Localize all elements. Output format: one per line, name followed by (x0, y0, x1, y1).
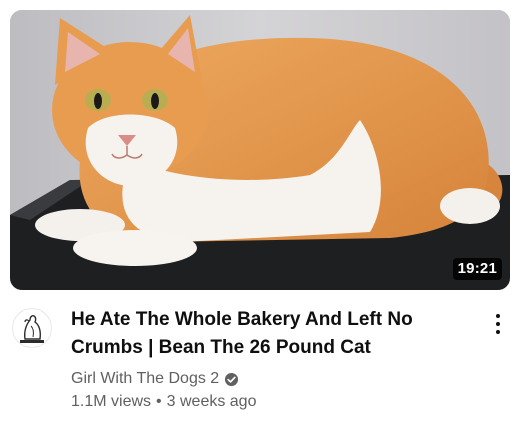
video-title[interactable]: He Ate The Whole Bakery And Left No Crum… (71, 306, 471, 362)
video-card: 19:21 He Ate The Whole Bakery And Left N… (0, 0, 529, 431)
video-stats: 1.1M views • 3 weeks ago (71, 390, 471, 414)
dog-logo-icon (12, 308, 52, 348)
upload-age: 3 weeks ago (166, 393, 257, 410)
channel-row: Girl With The Dogs 2 (71, 368, 471, 390)
stats-separator: • (156, 393, 162, 410)
channel-avatar[interactable] (12, 308, 52, 348)
duration-badge: 19:21 (452, 258, 502, 280)
view-count: 1.1M views (71, 393, 152, 410)
more-vert-icon[interactable] (486, 310, 510, 338)
thumbnail-image (10, 10, 510, 290)
video-thumbnail[interactable]: 19:21 (10, 10, 510, 290)
verified-check-icon (224, 372, 239, 387)
channel-name[interactable]: Girl With The Dogs 2 (71, 368, 219, 390)
video-meta: He Ate The Whole Bakery And Left No Crum… (71, 306, 471, 414)
